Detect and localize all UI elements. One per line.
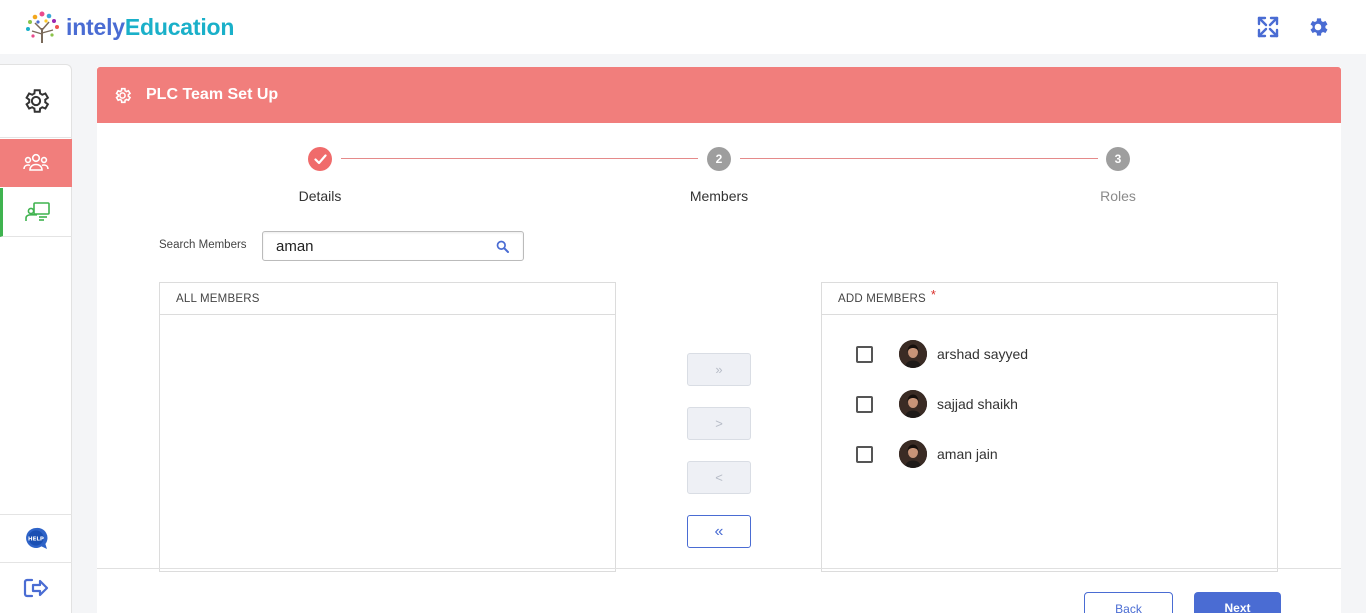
all-members-panel: ALL MEMBERS (159, 282, 616, 572)
move-right-button[interactable]: > (687, 407, 751, 440)
search-icon[interactable] (496, 240, 509, 253)
add-members-title: ADD MEMBERS (838, 292, 926, 305)
search-label: Search Members (159, 239, 247, 251)
member-checkbox[interactable] (856, 445, 873, 463)
sidebar: HELP (0, 64, 72, 613)
all-members-title: ALL MEMBERS (176, 292, 260, 305)
person-avatar-icon (899, 390, 927, 418)
required-asterisk: * (930, 287, 937, 302)
sidebar-item-help[interactable]: HELP (0, 514, 72, 563)
person-avatar-icon (899, 440, 927, 468)
avatar (899, 340, 927, 368)
gear-outline-icon (25, 89, 50, 113)
back-button[interactable]: Back (1084, 592, 1173, 613)
add-members-panel: ADD MEMBERS * arshad sayyed sajjad shaik… (821, 282, 1278, 572)
sidebar-item-team[interactable] (0, 139, 72, 187)
list-item[interactable]: aman jain (856, 439, 998, 469)
person-avatar-icon (899, 340, 927, 368)
step-details-label: Details (298, 188, 342, 204)
logo-text-part-1: intely (66, 13, 125, 40)
sidebar-item-settings[interactable] (0, 65, 72, 138)
logo-text: intelyEducation (66, 14, 234, 41)
top-bar: intelyEducation (0, 0, 1366, 54)
gear-outline-icon (115, 87, 132, 103)
search-box (262, 231, 524, 261)
search-input[interactable] (276, 238, 476, 255)
member-name: arshad sayyed (937, 346, 1029, 362)
avatar (899, 390, 927, 418)
list-item[interactable]: sajjad shaikh (856, 389, 1018, 419)
step-roles-label: Roles (1100, 188, 1136, 204)
all-members-header: ALL MEMBERS (160, 283, 615, 315)
page-title: PLC Team Set Up (146, 86, 279, 103)
teacher-board-icon (24, 202, 50, 221)
avatar (899, 440, 927, 468)
list-item[interactable]: arshad sayyed (856, 339, 1028, 369)
expand-arrows-icon[interactable] (1256, 15, 1280, 39)
add-members-header: ADD MEMBERS * (822, 283, 1277, 315)
checkmark-icon (313, 153, 327, 164)
step-details-circle[interactable] (308, 147, 332, 171)
stepper-connector (341, 158, 698, 159)
help-icon-label: HELP (28, 536, 44, 542)
logout-icon (23, 578, 49, 598)
step-roles-circle[interactable]: 3 (1106, 147, 1130, 171)
sidebar-item-classroom[interactable] (0, 188, 72, 237)
step-members-label: Members (689, 188, 749, 204)
main-card: PLC Team Set Up 2 3 Details Members Role… (97, 67, 1341, 613)
help-bubble-icon: HELP (26, 527, 48, 549)
member-name: sajjad shaikh (937, 396, 1018, 412)
logo-text-part-2: Education (124, 13, 235, 40)
move-left-button[interactable]: < (687, 461, 751, 494)
member-checkbox[interactable] (856, 345, 873, 363)
app-logo[interactable]: intelyEducation (24, 10, 234, 44)
page-header: PLC Team Set Up (97, 67, 1341, 123)
footer-divider (97, 568, 1341, 569)
stepper-connector (740, 158, 1098, 159)
step-members-circle[interactable]: 2 (707, 147, 731, 171)
member-name: aman jain (937, 446, 998, 462)
member-checkbox[interactable] (856, 395, 873, 413)
sidebar-item-logout[interactable] (0, 563, 72, 613)
users-icon (23, 153, 49, 171)
move-all-right-button[interactable]: » (687, 353, 751, 386)
move-all-left-button[interactable]: « (687, 515, 751, 548)
gear-icon[interactable] (1306, 15, 1330, 39)
next-button[interactable]: Next (1194, 592, 1281, 613)
logo-tree-icon (26, 11, 59, 43)
